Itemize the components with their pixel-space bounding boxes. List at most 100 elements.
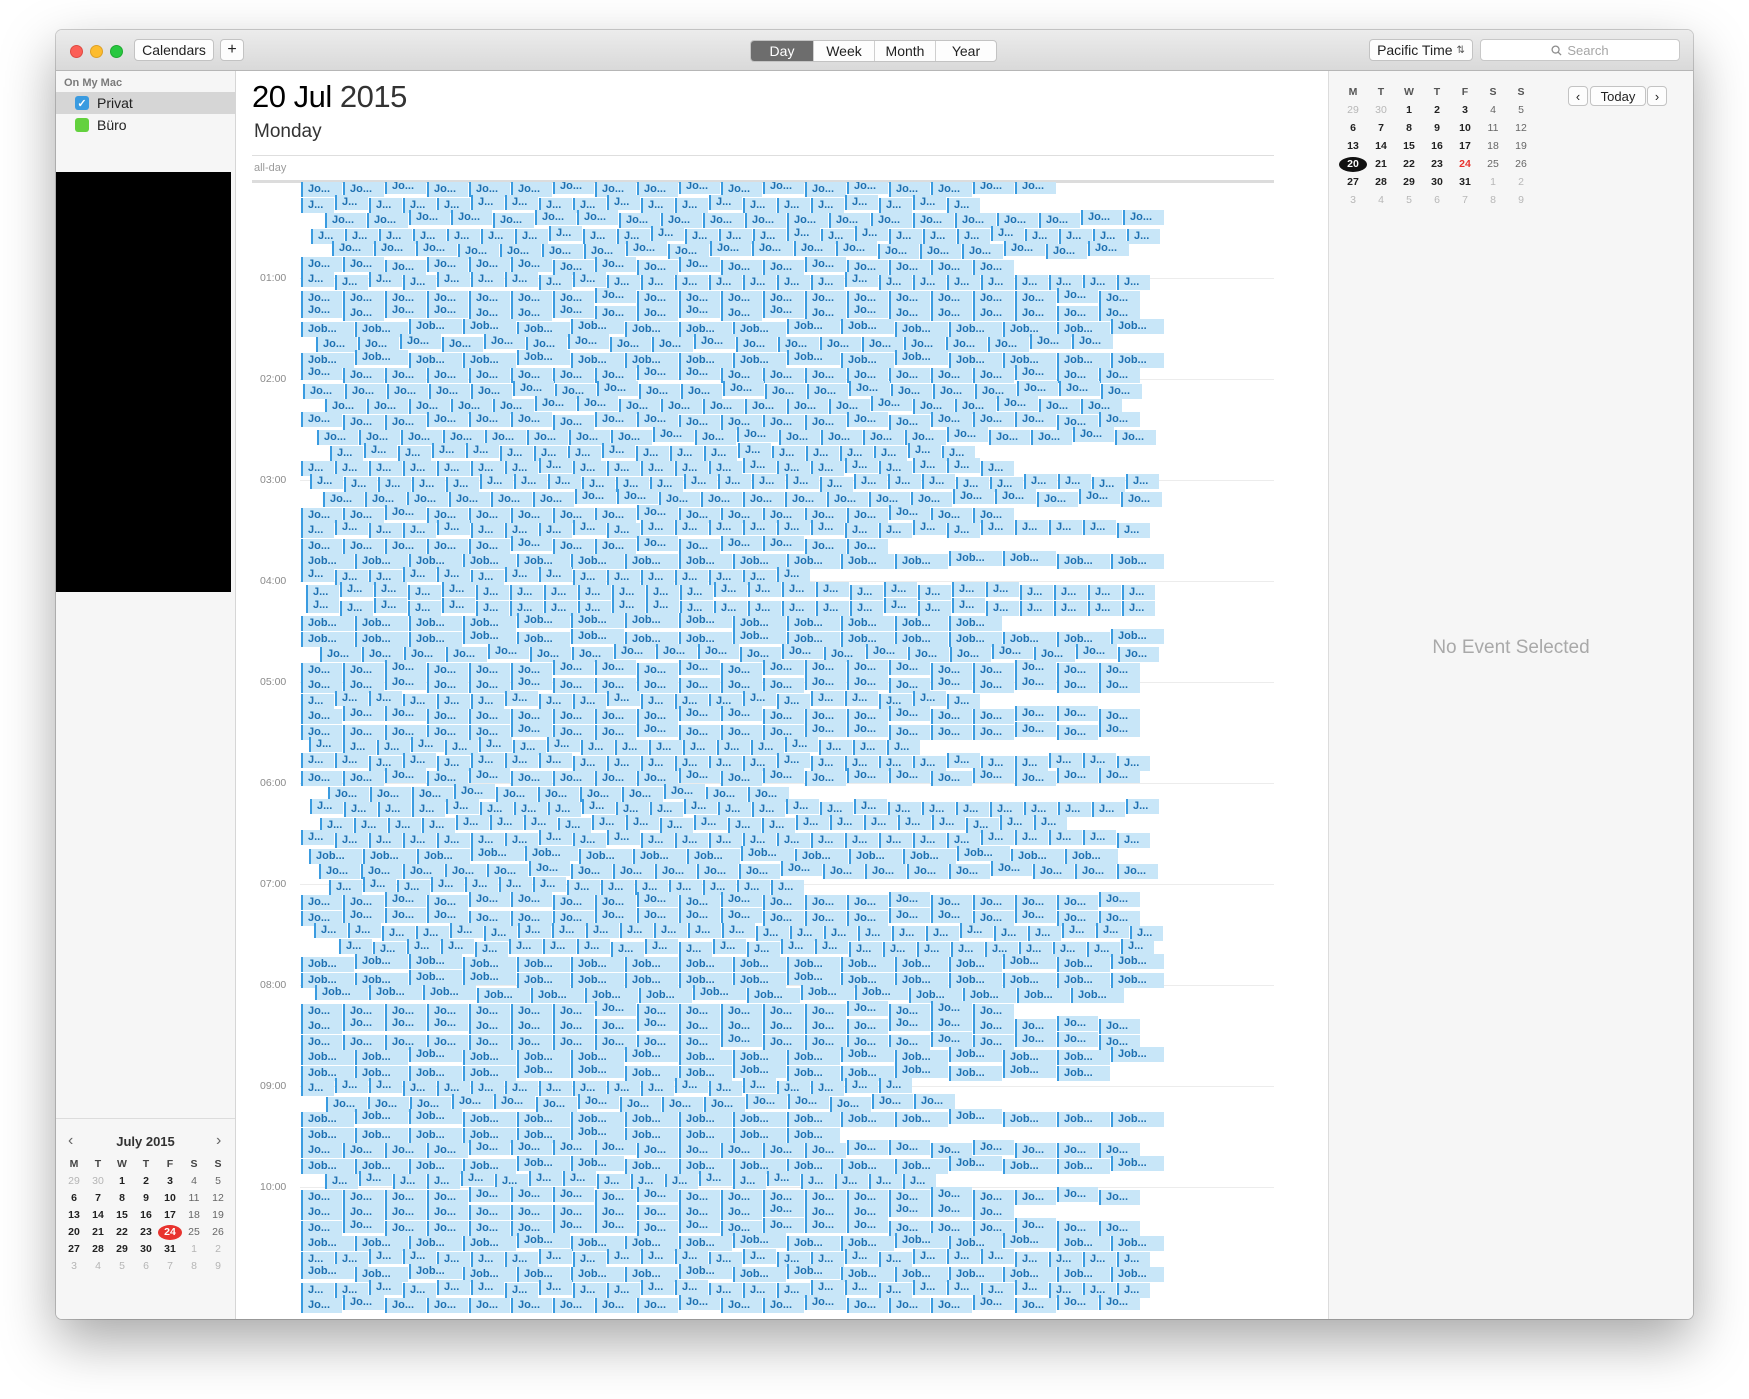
calendar-event[interactable]: Jo... bbox=[973, 1003, 1014, 1019]
calendar-event[interactable]: Job... bbox=[571, 1062, 624, 1078]
day-cell[interactable]: 7 bbox=[1451, 193, 1479, 208]
calendar-event[interactable]: Jo... bbox=[703, 213, 744, 228]
calendar-event[interactable]: Jo... bbox=[367, 213, 408, 228]
calendar-event[interactable]: Jo... bbox=[847, 910, 888, 926]
calendar-event[interactable]: J... bbox=[539, 566, 572, 582]
calendar-event[interactable]: Jo... bbox=[301, 1019, 342, 1034]
calendar-event[interactable]: J... bbox=[505, 1251, 538, 1267]
calendar-event[interactable]: J... bbox=[437, 833, 470, 848]
calendar-event[interactable]: Jo... bbox=[511, 1205, 552, 1220]
calendar-event[interactable]: J... bbox=[408, 585, 441, 600]
calendar-event[interactable]: Job... bbox=[895, 321, 948, 337]
calendar-event[interactable]: Jo... bbox=[698, 644, 739, 659]
calendar-event[interactable]: Job... bbox=[787, 1065, 840, 1081]
calendar-event[interactable]: Jo... bbox=[491, 492, 532, 507]
calendar-event[interactable]: J... bbox=[552, 923, 585, 938]
calendar-event[interactable]: Jo... bbox=[568, 334, 609, 349]
tab-year[interactable]: Year bbox=[935, 41, 996, 61]
calendar-event[interactable]: J... bbox=[777, 275, 810, 290]
calendar-event[interactable]: J... bbox=[602, 442, 635, 458]
calendar-event[interactable]: J... bbox=[568, 445, 601, 461]
calendar-event[interactable]: Jo... bbox=[511, 306, 552, 321]
calendar-event[interactable]: J... bbox=[926, 926, 959, 941]
calendar-event[interactable]: Jo... bbox=[385, 706, 426, 721]
calendar-event[interactable]: J... bbox=[947, 1279, 980, 1295]
calendar-event[interactable]: Jo... bbox=[847, 1189, 888, 1205]
calendar-event[interactable]: Job... bbox=[1111, 972, 1164, 988]
calendar-event[interactable]: J... bbox=[607, 1282, 640, 1298]
calendar-event[interactable]: J... bbox=[369, 272, 402, 287]
calendar-event[interactable]: Jo... bbox=[535, 396, 576, 411]
calendar-event[interactable]: J... bbox=[743, 690, 776, 706]
calendar-event[interactable]: J... bbox=[782, 600, 815, 616]
calendar-event[interactable]: J... bbox=[437, 1279, 470, 1295]
calendar-event[interactable]: Job... bbox=[423, 985, 476, 1000]
calendars-button[interactable]: Calendars bbox=[134, 39, 214, 61]
calendar-event[interactable]: J... bbox=[636, 445, 669, 461]
calendar-event[interactable]: Job... bbox=[787, 1127, 840, 1143]
calendar-event[interactable]: J... bbox=[1088, 600, 1121, 616]
calendar-event[interactable]: Job... bbox=[733, 1062, 786, 1078]
calendar-event[interactable]: Jo... bbox=[575, 489, 616, 504]
calendar-event[interactable]: J... bbox=[752, 802, 785, 817]
calendar-event[interactable]: Job... bbox=[733, 628, 786, 644]
calendar-event[interactable]: J... bbox=[879, 197, 912, 213]
calendar-event[interactable]: Jo... bbox=[973, 290, 1014, 306]
day-cell[interactable]: 22 bbox=[110, 1225, 134, 1240]
calendar-event[interactable]: Jo... bbox=[973, 1189, 1014, 1205]
calendar-event[interactable]: Job... bbox=[1003, 551, 1056, 566]
calendar-event[interactable]: Jo... bbox=[931, 306, 972, 321]
calendar-event[interactable]: J... bbox=[645, 938, 678, 954]
calendar-event[interactable]: Jo... bbox=[595, 1019, 636, 1034]
calendar-event[interactable]: Jo... bbox=[301, 1220, 342, 1236]
calendar-event[interactable]: J... bbox=[684, 473, 717, 489]
calendar-event[interactable]: J... bbox=[923, 228, 956, 244]
calendar-event[interactable]: Job... bbox=[571, 318, 624, 334]
calendar-event[interactable]: Jo... bbox=[679, 365, 720, 380]
calendar-event[interactable]: Jo... bbox=[914, 1093, 955, 1109]
calendar-event[interactable]: Jo... bbox=[427, 1298, 468, 1313]
calendar-event[interactable]: J... bbox=[913, 690, 946, 706]
calendar-event[interactable]: Jo... bbox=[955, 213, 996, 228]
calendar-event[interactable]: J... bbox=[714, 582, 747, 597]
calendar-event[interactable]: Jo... bbox=[637, 721, 678, 737]
calendar-event[interactable]: Job... bbox=[1065, 848, 1118, 864]
calendar-event[interactable]: J... bbox=[573, 1251, 606, 1267]
calendar-event[interactable]: Jo... bbox=[1073, 427, 1114, 442]
calendar-event[interactable]: J... bbox=[850, 600, 883, 616]
calendar-event[interactable]: Job... bbox=[579, 848, 632, 864]
calendar-event[interactable]: Jo... bbox=[721, 771, 762, 786]
calendar-event[interactable]: Jo... bbox=[511, 535, 552, 551]
calendar-event[interactable]: Jo... bbox=[782, 644, 823, 659]
calendar-event[interactable]: Job... bbox=[895, 349, 948, 365]
calendar-event[interactable]: Jo... bbox=[889, 768, 930, 783]
calendar-event[interactable]: J... bbox=[879, 275, 912, 290]
calendar-event[interactable]: Jo... bbox=[1099, 290, 1140, 306]
calendar-event[interactable]: J... bbox=[398, 445, 431, 461]
calendar-event[interactable]: J... bbox=[578, 585, 611, 600]
calendar-event[interactable]: Job... bbox=[301, 1236, 354, 1251]
calendar-event[interactable]: Jo... bbox=[427, 538, 468, 554]
calendar-event[interactable]: Job... bbox=[301, 1127, 354, 1143]
calendar-event[interactable]: J... bbox=[480, 473, 513, 489]
today-button[interactable]: Today bbox=[1590, 86, 1646, 106]
calendar-event[interactable]: J... bbox=[403, 833, 436, 848]
calendar-event[interactable]: Job... bbox=[1003, 1158, 1056, 1174]
calendar-event[interactable]: Jo... bbox=[595, 709, 636, 724]
calendar-event[interactable]: J... bbox=[752, 473, 785, 489]
calendar-event[interactable]: J... bbox=[607, 523, 640, 538]
calendar-event[interactable]: Job... bbox=[1003, 1233, 1056, 1248]
calendar-event[interactable]: J... bbox=[787, 225, 820, 241]
calendar-event[interactable]: J... bbox=[981, 461, 1014, 476]
calendar-event[interactable]: J... bbox=[960, 923, 993, 938]
calendar-event[interactable]: J... bbox=[952, 597, 985, 613]
calendar-event[interactable]: Job... bbox=[949, 1155, 1002, 1171]
calendar-event[interactable]: Jo... bbox=[385, 414, 426, 430]
calendar-event[interactable]: Jo... bbox=[610, 337, 651, 352]
calendar-event[interactable]: J... bbox=[573, 1282, 606, 1298]
calendar-event[interactable]: Jo... bbox=[1015, 721, 1056, 737]
calendar-event[interactable]: Jo... bbox=[1015, 290, 1056, 306]
calendar-event[interactable]: Jo... bbox=[385, 368, 426, 383]
calendar-event[interactable]: Jo... bbox=[1099, 768, 1140, 783]
calendar-event[interactable]: Job... bbox=[363, 848, 416, 864]
